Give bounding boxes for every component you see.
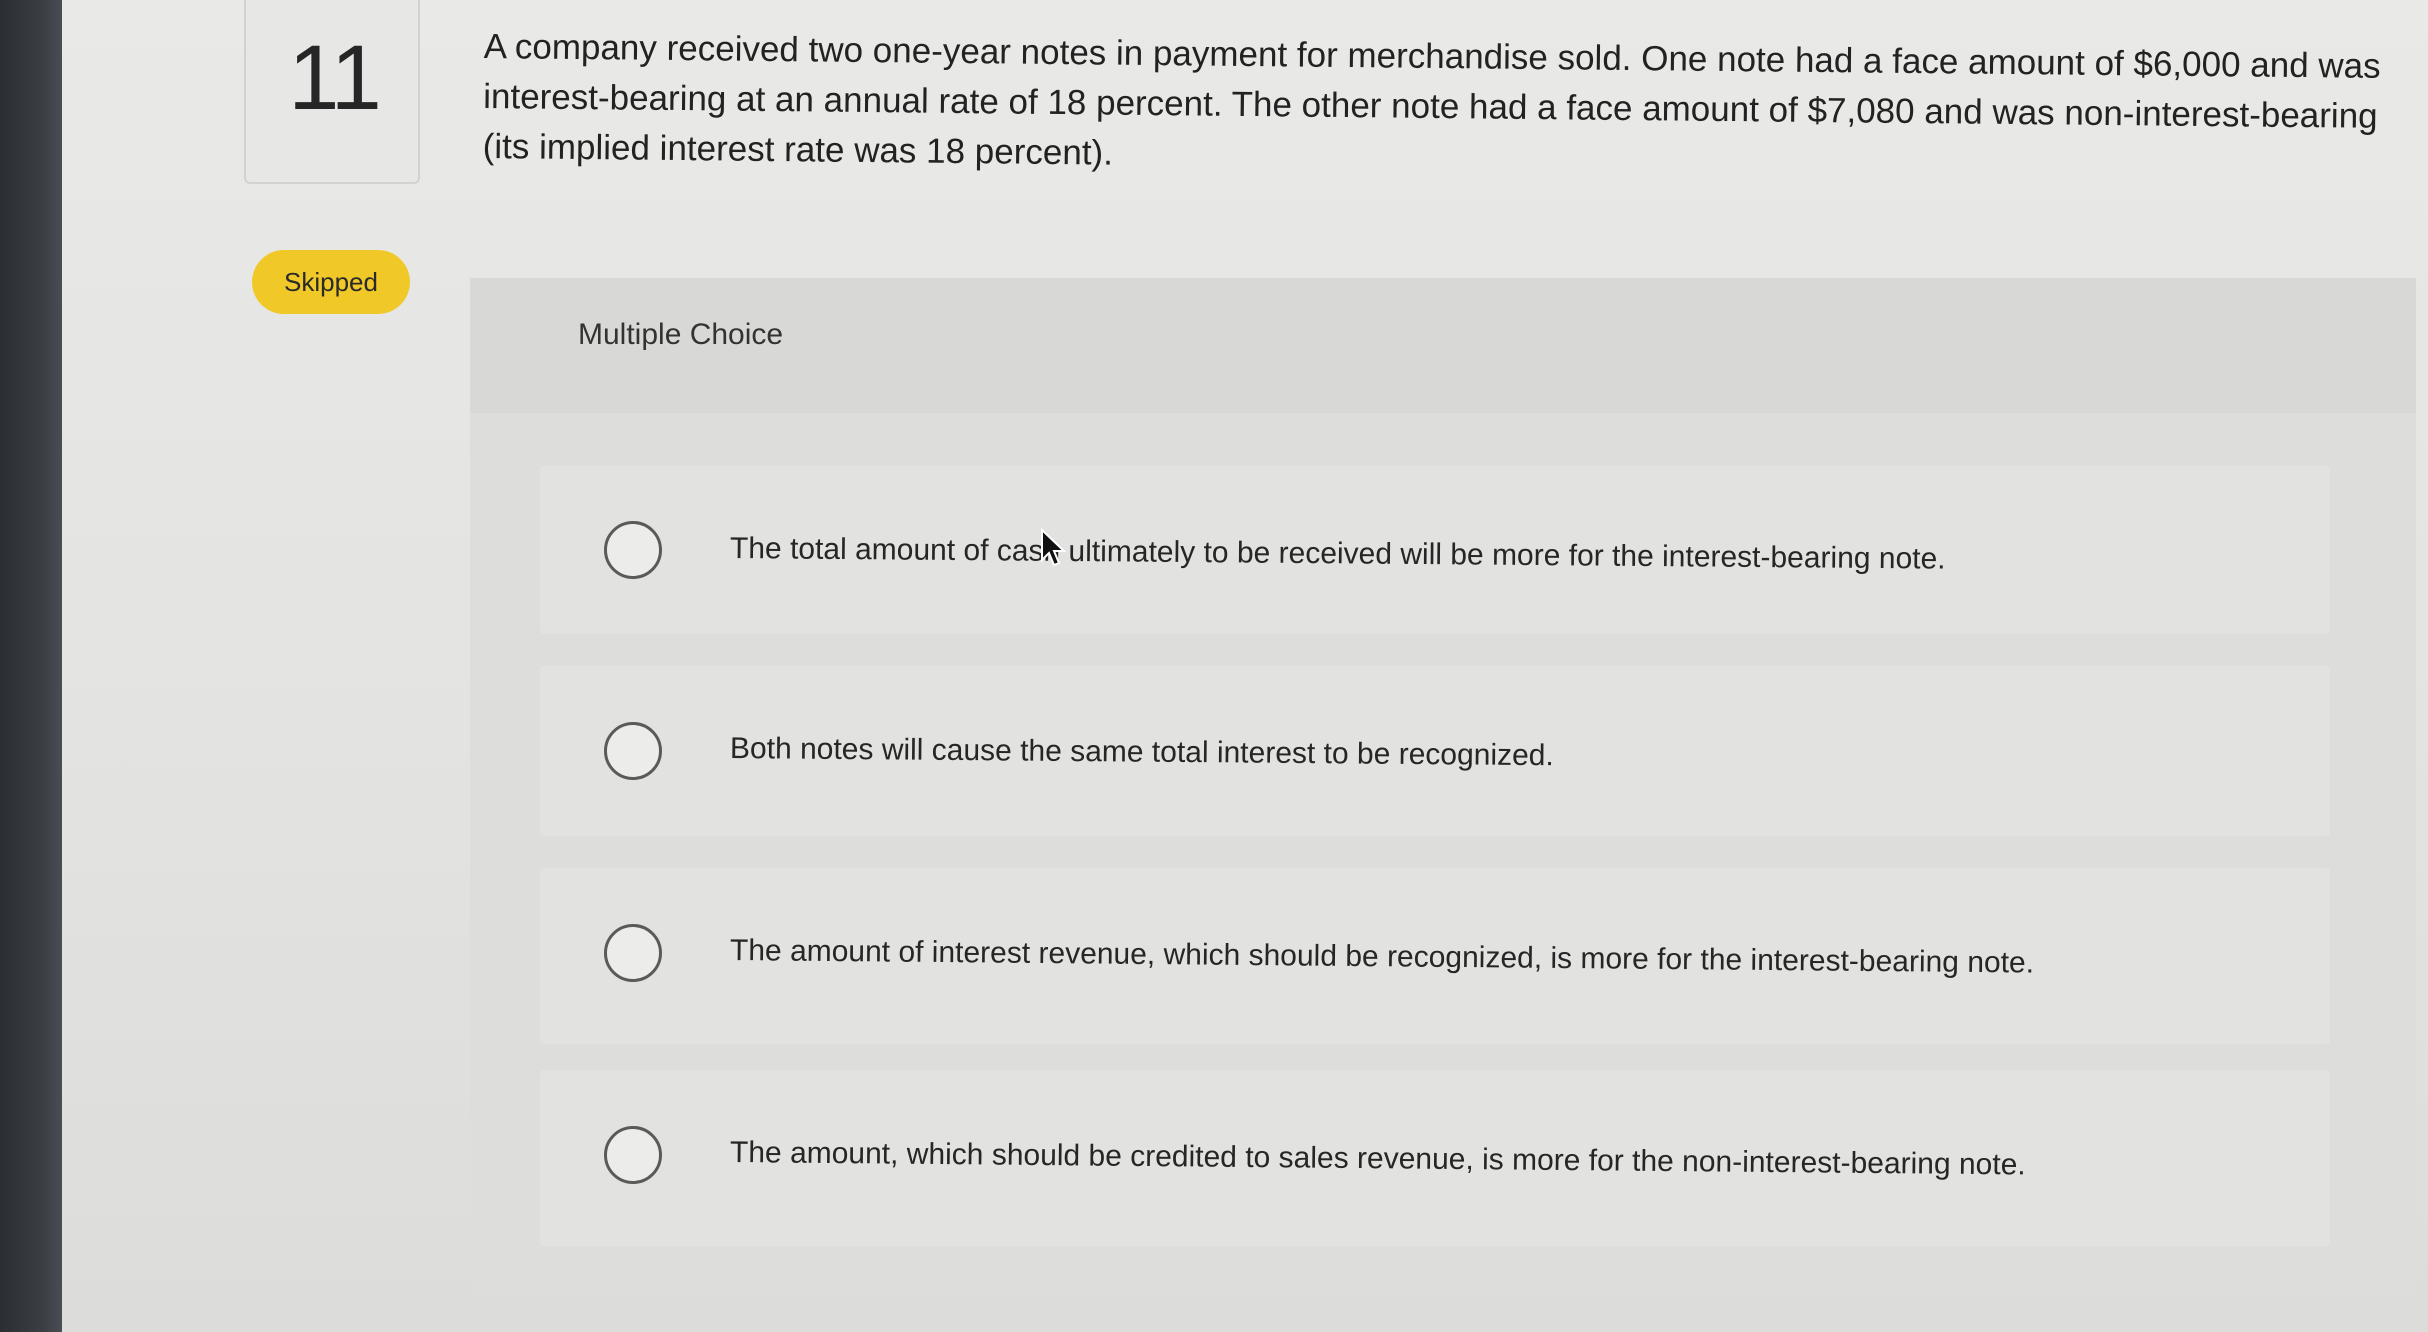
radio-icon[interactable] <box>604 924 662 982</box>
answer-option-label: The amount of interest revenue, which sh… <box>729 934 2035 980</box>
multiple-choice-panel: Multiple Choice The total amount of cash… <box>470 278 2416 1298</box>
radio-icon[interactable] <box>604 521 662 579</box>
answer-option-1[interactable]: The total amount of cash ultimately to b… <box>540 466 2330 634</box>
question-text: A company received two one-year notes in… <box>482 26 2381 173</box>
answer-option-2[interactable]: Both notes will cause the same total int… <box>540 666 2330 836</box>
question-number: 11 <box>288 27 382 129</box>
answer-option-label: Both notes will cause the same total int… <box>729 732 1554 773</box>
monitor-bezel <box>0 0 62 1332</box>
radio-icon[interactable] <box>604 1126 662 1184</box>
answer-option-label: The amount, which should be credited to … <box>729 1136 2026 1182</box>
answer-option-4[interactable]: The amount, which should be credited to … <box>540 1070 2330 1246</box>
radio-icon[interactable] <box>604 722 662 780</box>
answer-option-3[interactable]: The amount of interest revenue, which sh… <box>540 868 2330 1044</box>
multiple-choice-header: Multiple Choice <box>470 278 2416 413</box>
multiple-choice-label: Multiple Choice <box>578 318 784 351</box>
quiz-screen: 11 Skipped A company received two one-ye… <box>62 0 2428 1332</box>
skipped-badge: Skipped <box>252 250 410 314</box>
question-number-box: 11 <box>244 0 420 184</box>
answer-option-label: The total amount of cash ultimately to b… <box>729 532 1946 576</box>
